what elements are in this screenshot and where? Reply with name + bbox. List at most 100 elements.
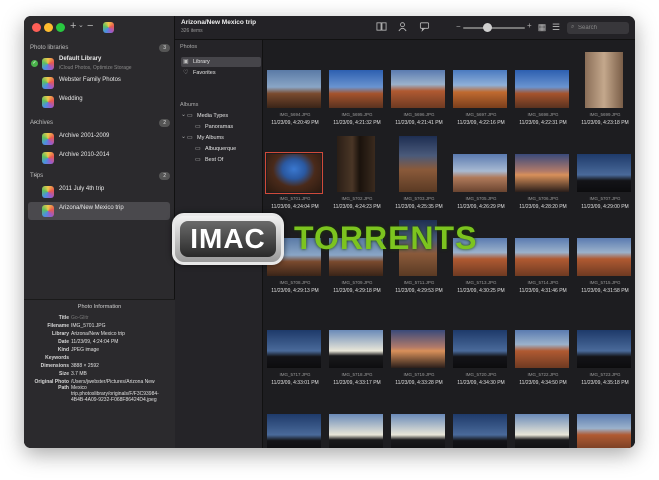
add-menu-chevron-icon[interactable]: ⌄ bbox=[78, 21, 84, 29]
library-item[interactable]: Webster Family Photos bbox=[28, 74, 170, 92]
nav-item-label: Favorites bbox=[193, 70, 216, 76]
album-icon: ▭ bbox=[195, 124, 201, 130]
zoom-slider-knob[interactable] bbox=[483, 23, 493, 32]
compare-icon[interactable] bbox=[376, 21, 387, 32]
sidebar-section-header[interactable]: Archives ⌄ 2 bbox=[30, 118, 170, 130]
photo-image[interactable] bbox=[391, 414, 445, 448]
photo-image[interactable] bbox=[453, 330, 507, 368]
album-icon: ▭ bbox=[195, 146, 201, 152]
info-key: Kind bbox=[57, 347, 69, 353]
info-value[interactable]: Go-Glitr bbox=[71, 315, 171, 321]
disclosure-chevron-icon[interactable]: ⌄ bbox=[181, 133, 186, 140]
photo-filename: IMG_5720.JPG bbox=[465, 372, 497, 377]
add-library-button[interactable]: + bbox=[70, 20, 76, 32]
photo-library-icon bbox=[42, 133, 54, 145]
library-item[interactable]: Archive 2010-2014 bbox=[28, 149, 170, 167]
info-key: Keywords bbox=[45, 355, 69, 361]
photo-image[interactable] bbox=[585, 52, 623, 108]
nav-item-label: Best Of bbox=[205, 157, 224, 163]
nav-album-item[interactable]: ▭ Panoramas bbox=[193, 122, 259, 132]
folder-icon: ▭ bbox=[187, 113, 193, 119]
photo-image[interactable] bbox=[267, 70, 321, 108]
nav-item-library[interactable]: ▣ Library bbox=[181, 57, 261, 67]
nav-album-item[interactable]: ▭ Best Of bbox=[193, 155, 259, 165]
photo-image[interactable] bbox=[453, 70, 507, 108]
sidebar-section-count: 2 bbox=[159, 119, 170, 127]
photo-filename: IMG_5698.JPG bbox=[527, 112, 559, 117]
photo-image[interactable] bbox=[399, 136, 437, 192]
photo-image[interactable] bbox=[453, 154, 507, 192]
zoom-window-button[interactable] bbox=[56, 23, 65, 32]
sidebar-section-header[interactable]: Trips ⌄ 2 bbox=[30, 171, 170, 183]
photo-image[interactable] bbox=[391, 330, 445, 368]
photo-image[interactable] bbox=[515, 154, 569, 192]
people-icon[interactable] bbox=[397, 21, 408, 32]
sidebar-section-header[interactable]: Photo libraries 3 bbox=[30, 43, 170, 55]
info-value: JPEG image bbox=[71, 347, 100, 353]
zoom-in-icon[interactable]: + bbox=[527, 21, 532, 30]
photo-image[interactable] bbox=[267, 414, 321, 448]
photo-image[interactable] bbox=[391, 70, 445, 108]
info-key: Size bbox=[58, 371, 69, 377]
list-view-icon[interactable]: ☰ bbox=[551, 22, 561, 32]
photo-filename: IMG_5696.JPG bbox=[403, 112, 435, 117]
photo-grid: IMG_5694.JPG 11/23/09, 4:20:49 PM IMG_5695… bbox=[263, 40, 635, 448]
search-input[interactable] bbox=[578, 23, 626, 33]
photo-image[interactable] bbox=[329, 238, 383, 276]
photo-image[interactable] bbox=[515, 330, 569, 368]
photo-image[interactable] bbox=[515, 70, 569, 108]
photo-filename: IMG_5701.JPG bbox=[279, 196, 311, 201]
photo-image[interactable] bbox=[329, 414, 383, 448]
remove-library-button[interactable]: − bbox=[87, 20, 93, 32]
info-key: Date bbox=[58, 339, 69, 345]
nav-item-favorites[interactable]: ♡ Favorites bbox=[181, 68, 261, 78]
photo-date: 11/23/09, 4:31:46 PM bbox=[519, 288, 567, 294]
library-item[interactable]: ✓ Default Library iCloud Photos, Optimize … bbox=[28, 55, 170, 73]
photo-image[interactable] bbox=[577, 154, 631, 192]
photo-image[interactable] bbox=[399, 220, 437, 276]
nav-item-label: Panoramas bbox=[205, 124, 234, 130]
photo-date: 11/23/09, 4:30:25 PM bbox=[457, 288, 505, 294]
library-item[interactable]: Arizona/New Mexico trip bbox=[28, 202, 170, 220]
nav-album-item[interactable]: ⌄ ▭ Media Types bbox=[181, 111, 259, 121]
photo-image[interactable] bbox=[577, 414, 631, 448]
disclosure-chevron-icon[interactable]: ⌄ bbox=[181, 111, 186, 118]
folder-icon: ▭ bbox=[187, 135, 193, 141]
photo-image[interactable] bbox=[267, 330, 321, 368]
active-library-check-icon: ✓ bbox=[31, 60, 38, 67]
zoom-slider[interactable] bbox=[463, 27, 525, 29]
minimize-window-button[interactable] bbox=[44, 23, 53, 32]
sidebar-section-label: Archives bbox=[30, 120, 54, 126]
nav-album-item[interactable]: ▭ Albuquerque bbox=[193, 144, 259, 154]
photo-filename: IMG_5699.JPG bbox=[589, 112, 621, 117]
photo-image[interactable] bbox=[515, 414, 569, 448]
photo-image[interactable] bbox=[577, 330, 631, 368]
photo-image[interactable] bbox=[329, 330, 383, 368]
album-icon: ▭ bbox=[195, 157, 201, 163]
photo-date: 11/23/09, 4:21:32 PM bbox=[333, 120, 381, 126]
main-toolbar: Arizona/New Mexico trip 326 items − + ▦ … bbox=[175, 16, 635, 40]
photo-image[interactable] bbox=[515, 238, 569, 276]
photo-image[interactable] bbox=[577, 238, 631, 276]
photo-filename: IMG_5714.JPG bbox=[527, 280, 559, 285]
nav-album-item[interactable]: ⌄ ▭ My Albums bbox=[181, 133, 259, 143]
photo-library-icon bbox=[42, 77, 54, 89]
library-item[interactable]: Archive 2001-2009 bbox=[28, 130, 170, 148]
photo-filename: IMG_5705.JPG bbox=[465, 196, 497, 201]
photo-image[interactable] bbox=[267, 238, 321, 276]
library-item[interactable]: Wedding bbox=[28, 93, 170, 111]
search-box[interactable]: ⌕ bbox=[567, 22, 629, 34]
photo-image[interactable] bbox=[329, 70, 383, 108]
photo-filename: IMG_5708.JPG bbox=[279, 280, 311, 285]
comment-icon[interactable] bbox=[419, 21, 430, 32]
photo-image[interactable] bbox=[265, 152, 323, 194]
close-window-button[interactable] bbox=[32, 23, 41, 32]
zoom-out-icon[interactable]: − bbox=[456, 22, 461, 31]
photo-image[interactable] bbox=[453, 238, 507, 276]
photo-library-icon bbox=[42, 186, 54, 198]
photo-image[interactable] bbox=[337, 136, 375, 192]
grid-view-icon[interactable]: ▦ bbox=[537, 22, 547, 32]
photo-image[interactable] bbox=[453, 414, 507, 448]
photo-filename: IMG_5717.JPG bbox=[279, 372, 311, 377]
library-item[interactable]: 2011 July 4th trip bbox=[28, 183, 170, 201]
